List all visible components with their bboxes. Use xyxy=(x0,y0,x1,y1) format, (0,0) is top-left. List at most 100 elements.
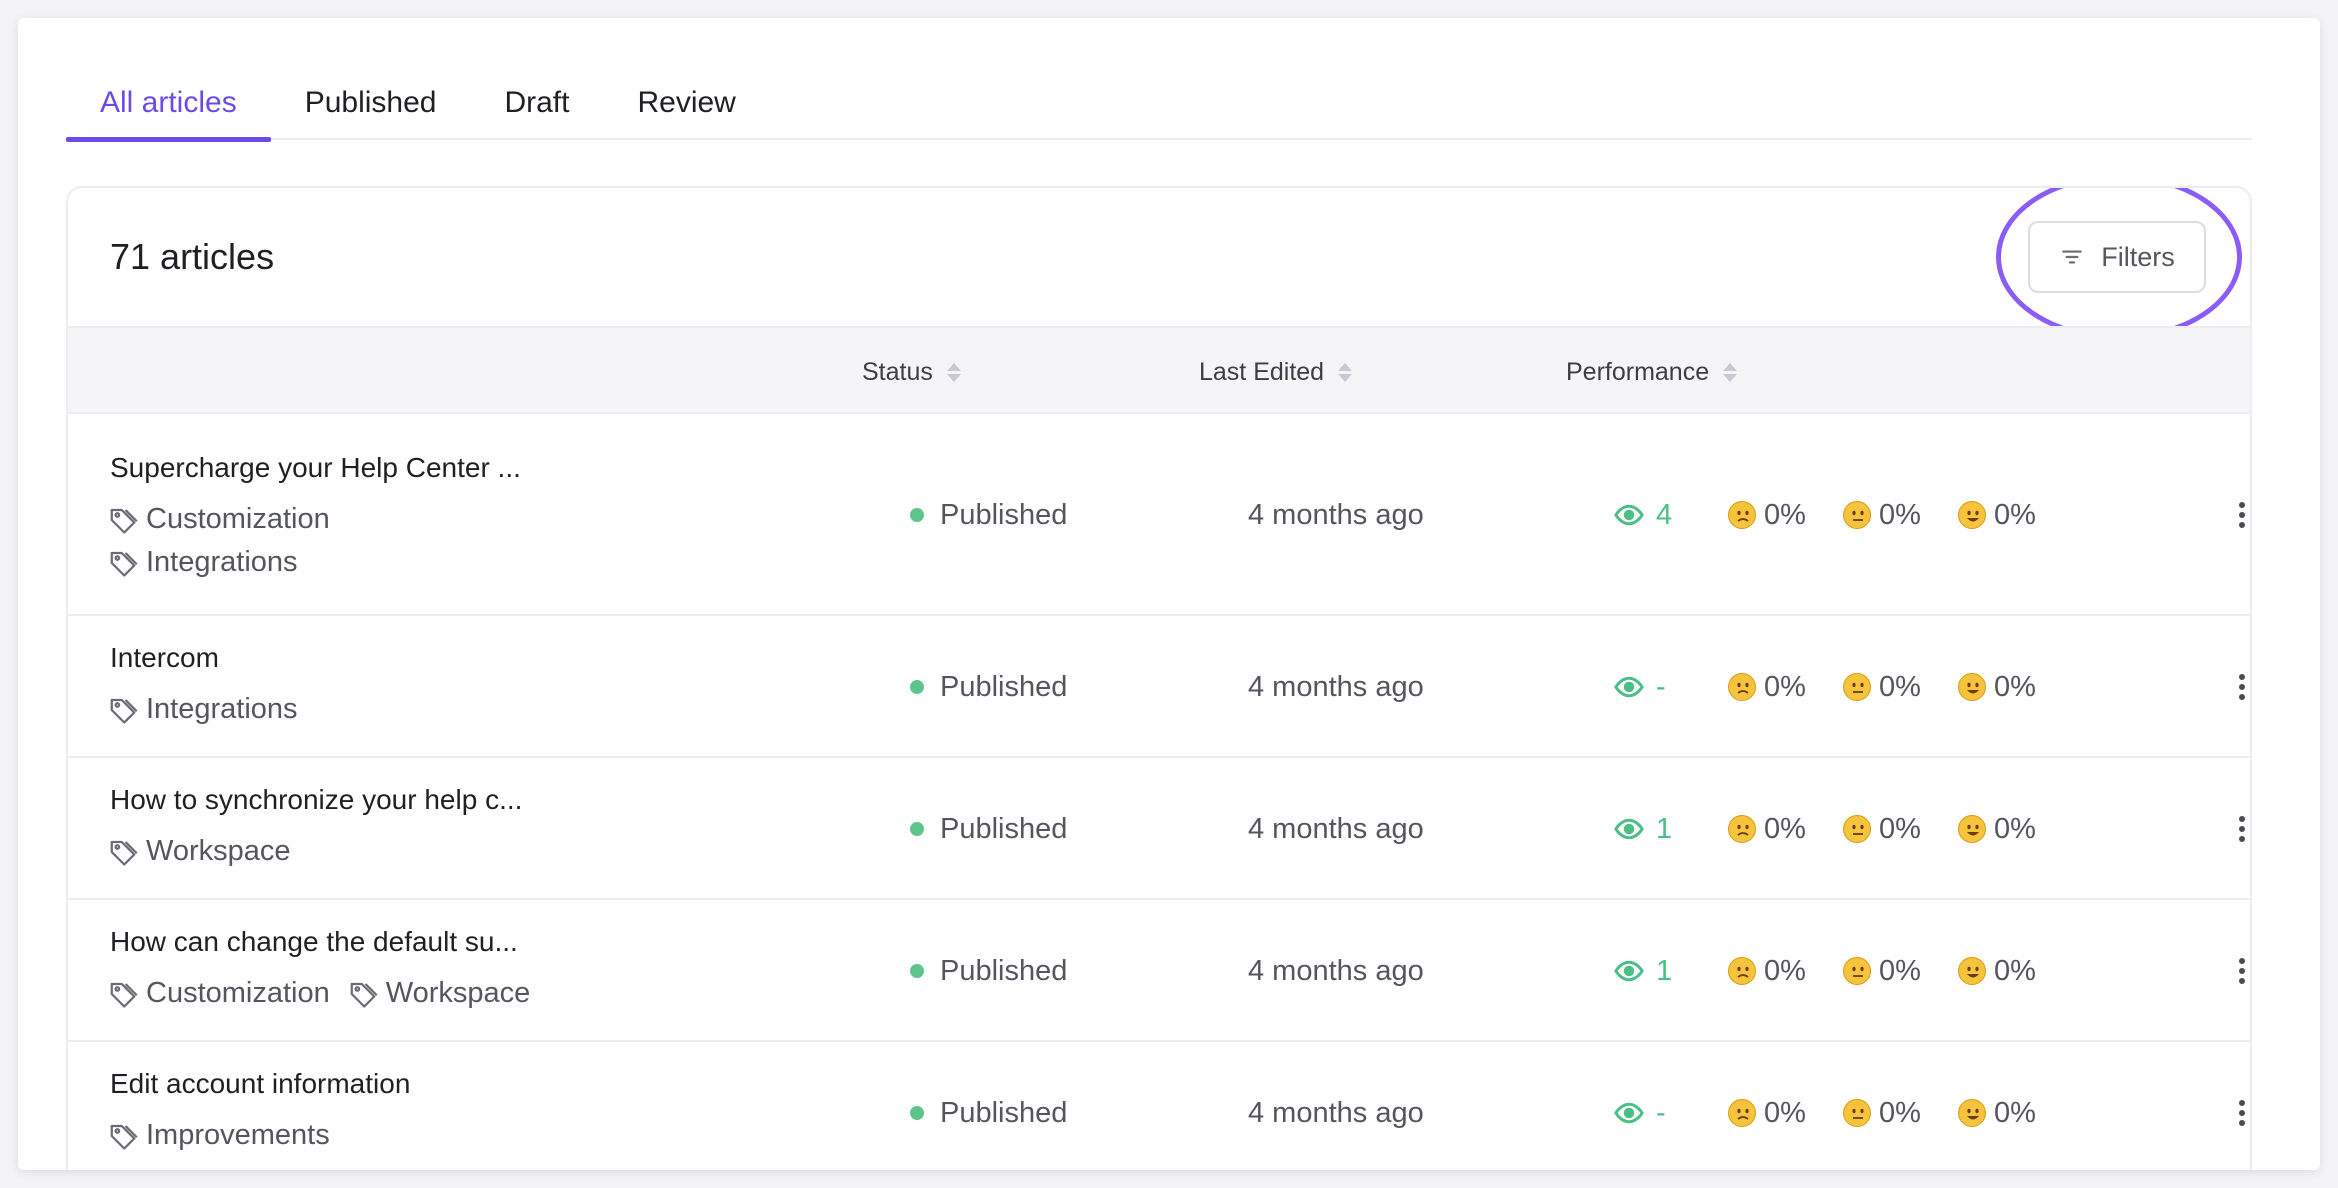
more-vertical-icon[interactable] xyxy=(2228,1099,2250,1127)
neutral-face-icon xyxy=(1843,815,1871,843)
tag-label: Workspace xyxy=(146,835,291,867)
table-row[interactable]: How to synchronize your help c... Workspa… xyxy=(68,758,2250,900)
reaction-neutral-value: 0% xyxy=(1879,1096,1921,1129)
reaction-neutral-value: 0% xyxy=(1879,954,1921,987)
eye-icon xyxy=(1614,814,1644,844)
reaction-neutral: 0% xyxy=(1843,495,1921,535)
status-cell: Published xyxy=(910,495,1067,535)
eye-icon xyxy=(1614,1098,1644,1128)
tag-label: Integrations xyxy=(146,693,298,725)
reaction-happy-value: 0% xyxy=(1994,1096,2036,1129)
filter-icon xyxy=(2062,250,2082,264)
article-tags: Customization Workspace xyxy=(108,972,530,1015)
neutral-face-icon xyxy=(1843,1099,1871,1127)
views-count: - xyxy=(1656,670,1666,703)
status-dot xyxy=(910,508,924,522)
sad-face-icon xyxy=(1728,957,1756,985)
happy-face-icon xyxy=(1958,673,1986,701)
tag-line: Improvements xyxy=(108,1114,330,1157)
status-label: Published xyxy=(940,954,1068,987)
views-count: 1 xyxy=(1656,812,1673,845)
views-count: - xyxy=(1656,1096,1666,1129)
tab-all-articles[interactable]: All articles xyxy=(66,66,271,142)
reaction-happy-value: 0% xyxy=(1994,954,2036,987)
tag-label: Improvements xyxy=(146,1119,330,1151)
views-cell: - xyxy=(1614,1093,1666,1133)
table-row[interactable]: Edit account information Improvements Publ… xyxy=(68,1042,2250,1170)
tag-icon xyxy=(348,979,378,1009)
table-row[interactable]: Supercharge your Help Center ... Customiz… xyxy=(68,414,2250,616)
more-vertical-icon[interactable] xyxy=(2228,501,2250,529)
tag-label: Workspace xyxy=(385,977,531,1009)
tab-published[interactable]: Published xyxy=(271,66,471,140)
reaction-happy: 0% xyxy=(1958,667,2036,707)
reaction-sad-value: 0% xyxy=(1764,1096,1806,1129)
tag-label: Customization xyxy=(146,977,330,1009)
table-row[interactable]: How can change the default su... Customiz… xyxy=(68,900,2250,1042)
tag-icon xyxy=(108,837,138,867)
sort-icon[interactable] xyxy=(1338,362,1353,382)
reaction-sad-value: 0% xyxy=(1764,670,1806,703)
reaction-happy: 0% xyxy=(1958,809,2036,849)
article-title[interactable]: Edit account information xyxy=(110,1068,410,1100)
neutral-face-icon xyxy=(1843,501,1871,529)
status-cell: Published xyxy=(910,809,1067,849)
status-label: Published xyxy=(940,1096,1068,1129)
article-title[interactable]: Supercharge your Help Center ... xyxy=(110,452,521,484)
views-count: 1 xyxy=(1656,954,1673,987)
tag[interactable]: Improvements xyxy=(108,1114,330,1157)
status-cell: Published xyxy=(910,1093,1067,1133)
eye-icon xyxy=(1614,672,1644,702)
neutral-face-icon xyxy=(1843,957,1871,985)
reaction-sad: 0% xyxy=(1728,495,1806,535)
happy-face-icon xyxy=(1958,501,1986,529)
status-cell: Published xyxy=(910,951,1067,991)
tag[interactable]: Workspace xyxy=(108,830,291,873)
article-title[interactable]: Intercom xyxy=(110,642,219,674)
sad-face-icon xyxy=(1728,673,1756,701)
reaction-happy: 0% xyxy=(1958,951,2036,991)
sad-face-icon xyxy=(1728,501,1756,529)
card-header: 71 articles Filters xyxy=(68,188,2250,340)
reaction-neutral: 0% xyxy=(1843,667,1921,707)
column-last-edited-label: Last Edited xyxy=(1199,357,1325,386)
reaction-sad: 0% xyxy=(1728,667,1806,707)
views-cell: 4 xyxy=(1614,495,1672,535)
tag-icon xyxy=(108,979,138,1009)
tag[interactable]: Workspace xyxy=(348,972,531,1015)
article-tags: Customization Integrations xyxy=(108,498,330,584)
column-status[interactable]: Status xyxy=(862,328,961,416)
status-cell: Published xyxy=(910,667,1067,707)
article-title[interactable]: How can change the default su... xyxy=(110,926,518,958)
tab-draft[interactable]: Draft xyxy=(470,66,603,140)
article-count: 71 articles xyxy=(110,236,275,277)
reaction-happy: 0% xyxy=(1958,1093,2036,1133)
article-title[interactable]: How to synchronize your help c... xyxy=(110,784,522,816)
reaction-neutral-value: 0% xyxy=(1879,498,1921,531)
reaction-happy-value: 0% xyxy=(1994,498,2036,531)
article-tags: Workspace xyxy=(108,830,291,873)
column-last-edited[interactable]: Last Edited xyxy=(1199,328,1353,416)
sort-icon[interactable] xyxy=(946,362,961,382)
more-vertical-icon[interactable] xyxy=(2228,957,2250,985)
happy-face-icon xyxy=(1958,815,1986,843)
views-count: 4 xyxy=(1656,498,1673,531)
tag[interactable]: Customization xyxy=(108,972,330,1015)
table-row[interactable]: Intercom Integrations Published 4 months ag… xyxy=(68,616,2250,758)
tag-icon xyxy=(108,1121,138,1151)
more-vertical-icon[interactable] xyxy=(2228,815,2250,843)
sort-icon[interactable] xyxy=(1723,362,1738,382)
reaction-happy: 0% xyxy=(1958,495,2036,535)
reaction-sad: 0% xyxy=(1728,1093,1806,1133)
tab-review[interactable]: Review xyxy=(603,66,769,140)
tag[interactable]: Integrations xyxy=(108,688,298,731)
reaction-neutral-value: 0% xyxy=(1879,670,1921,703)
filters-button[interactable]: Filters xyxy=(2028,221,2206,293)
more-vertical-icon[interactable] xyxy=(2228,673,2250,701)
column-performance[interactable]: Performance xyxy=(1566,328,1738,416)
tag[interactable]: Customization xyxy=(108,498,330,541)
tag[interactable]: Integrations xyxy=(108,541,298,584)
reaction-neutral: 0% xyxy=(1843,809,1921,849)
views-cell: 1 xyxy=(1614,809,1672,849)
tag-icon xyxy=(108,695,138,725)
